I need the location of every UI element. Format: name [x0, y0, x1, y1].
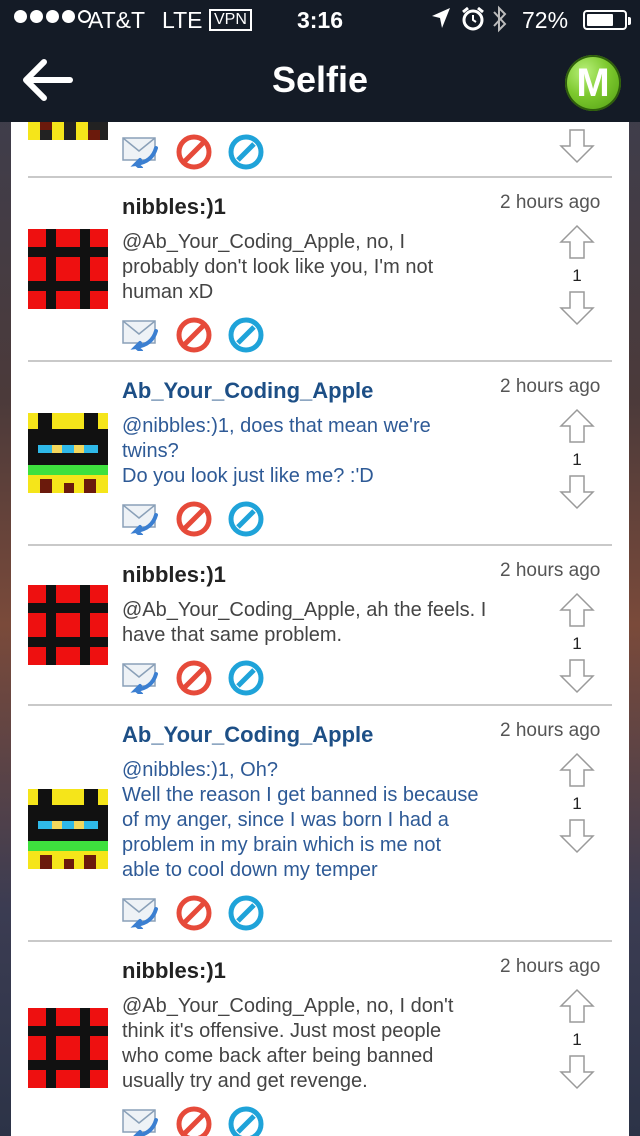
- reply-button[interactable]: [122, 1106, 158, 1136]
- avatar-red-icon[interactable]: [28, 229, 108, 309]
- comment-line: @Ab_Your_Coding_Apple, ah the feels. I: [122, 599, 487, 621]
- comment-feed[interactable]: nibbles:)1 2 hours ago @Ab_Your_Coding_App…: [11, 122, 629, 1136]
- menu-button[interactable]: M: [565, 55, 621, 111]
- downvote-button[interactable]: [559, 290, 595, 326]
- comment-line: @Ab_Your_Coding_Apple, no, I: [122, 231, 406, 253]
- comment-line: usually try and get revenge.: [122, 1070, 368, 1092]
- comment-line: human xD: [122, 281, 214, 303]
- comment-item: nibbles:)1 2 hours ago @Ab_Your_Coding_App…: [11, 178, 629, 360]
- block-button[interactable]: [176, 660, 212, 696]
- comment-body: @Ab_Your_Coding_Apple, no, I probably don…: [122, 230, 522, 305]
- alarm-icon: [461, 6, 485, 38]
- bluetooth-icon: [490, 4, 510, 40]
- upvote-button[interactable]: [559, 224, 595, 260]
- block-button[interactable]: [176, 1106, 212, 1136]
- comment-line: of my anger, since I was born I had a: [122, 809, 449, 831]
- comment-username[interactable]: nibbles:)1: [122, 562, 226, 588]
- comment-line: Well the reason I get banned is because: [122, 784, 479, 806]
- comment-timestamp: 2 hours ago: [500, 560, 601, 581]
- vote-score: 1: [572, 794, 582, 813]
- vote-score: 1: [572, 266, 582, 285]
- comment-item: Ab_Your_Coding_Apple 2 hours ago @nibbles:…: [11, 706, 629, 940]
- downvote-button[interactable]: [559, 1054, 595, 1090]
- vote-score: 1: [572, 1030, 582, 1049]
- comment-timestamp: 2 hours ago: [500, 720, 601, 741]
- comment-line: problem in my brain which is me not: [122, 834, 442, 856]
- report-button[interactable]: [228, 501, 264, 537]
- reply-button[interactable]: [122, 895, 158, 931]
- page-title: Selfie: [271, 59, 369, 100]
- upvote-button[interactable]: [559, 752, 595, 788]
- battery-percent: 72%: [522, 7, 569, 33]
- comment-line: probably don't look like you, I'm not: [122, 256, 434, 278]
- report-button[interactable]: [228, 1106, 264, 1136]
- comment-item: Ab_Your_Coding_Apple 2 hours ago @nibbles:…: [11, 362, 629, 544]
- comment-item: nibbles:)1 2 hours ago @Ab_Your_Coding_App…: [11, 546, 629, 704]
- vote-score: 1: [572, 450, 582, 469]
- comment-body: @Ab_Your_Coding_Apple, ah the feels. I ha…: [122, 598, 522, 648]
- comment-line: @nibbles:)1, Oh?: [122, 759, 278, 781]
- comment-timestamp: 2 hours ago: [500, 192, 601, 213]
- reply-button[interactable]: [122, 317, 158, 353]
- battery-icon: [583, 10, 631, 30]
- reply-button[interactable]: [122, 660, 158, 696]
- status-bar: AT&T LTE VPN 3:16 72%: [0, 0, 640, 40]
- block-button[interactable]: [176, 317, 212, 353]
- upvote-button[interactable]: [559, 408, 595, 444]
- avatar-yellow-icon[interactable]: [28, 789, 108, 869]
- comment-item-partial: [11, 122, 629, 176]
- comment-line: have that same problem.: [122, 624, 343, 646]
- report-button[interactable]: [228, 134, 264, 170]
- upvote-button[interactable]: [559, 592, 595, 628]
- comment-line: think it's offensive. Just most people: [122, 1020, 442, 1042]
- avatar-yellow-icon[interactable]: [28, 413, 108, 493]
- comment-username[interactable]: Ab_Your_Coding_Apple: [122, 378, 373, 404]
- comment-body: @Ab_Your_Coding_Apple, no, I don't think …: [122, 994, 522, 1094]
- comment-line: able to cool down my temper: [122, 859, 378, 881]
- block-button[interactable]: [176, 895, 212, 931]
- upvote-button[interactable]: [559, 988, 595, 1024]
- block-button[interactable]: [176, 134, 212, 170]
- comment-line: twins?: [122, 440, 179, 462]
- comment-username[interactable]: nibbles:)1: [122, 194, 226, 220]
- report-button[interactable]: [228, 660, 264, 696]
- report-button[interactable]: [228, 317, 264, 353]
- comment-line: @nibbles:)1, does that mean we're: [122, 415, 431, 437]
- location-icon: [430, 6, 452, 36]
- battery-fill: [587, 14, 613, 26]
- report-button[interactable]: [228, 895, 264, 931]
- avatar-red-icon[interactable]: [28, 1008, 108, 1088]
- comment-timestamp: 2 hours ago: [500, 956, 601, 977]
- comment-body: @nibbles:)1, Oh? Well the reason I get ba…: [122, 758, 522, 883]
- downvote-button[interactable]: [559, 474, 595, 510]
- comment-item: nibbles:)1 2 hours ago @Ab_Your_Coding_App…: [11, 942, 629, 1136]
- downvote-button[interactable]: [559, 658, 595, 694]
- block-button[interactable]: [176, 501, 212, 537]
- comment-line: who come back after being banned: [122, 1045, 434, 1067]
- comment-timestamp: 2 hours ago: [500, 376, 601, 397]
- comment-line: @Ab_Your_Coding_Apple, no, I don't: [122, 995, 454, 1017]
- vote-score: 1: [572, 634, 582, 653]
- comment-body: @nibbles:)1, does that mean we're twins? D…: [122, 414, 522, 489]
- comment-username[interactable]: nibbles:)1: [122, 958, 226, 984]
- reply-button[interactable]: [122, 134, 158, 170]
- avatar-red-icon[interactable]: [28, 585, 108, 665]
- downvote-button[interactable]: [559, 128, 595, 164]
- comment-username[interactable]: Ab_Your_Coding_Apple: [122, 722, 373, 748]
- top-bar: AT&T LTE VPN 3:16 72% Selfie M: [0, 0, 640, 122]
- avatar-yellow-icon: [28, 122, 108, 140]
- reply-button[interactable]: [122, 501, 158, 537]
- downvote-button[interactable]: [559, 818, 595, 854]
- comment-line: Do you look just like me? :'D: [122, 465, 374, 487]
